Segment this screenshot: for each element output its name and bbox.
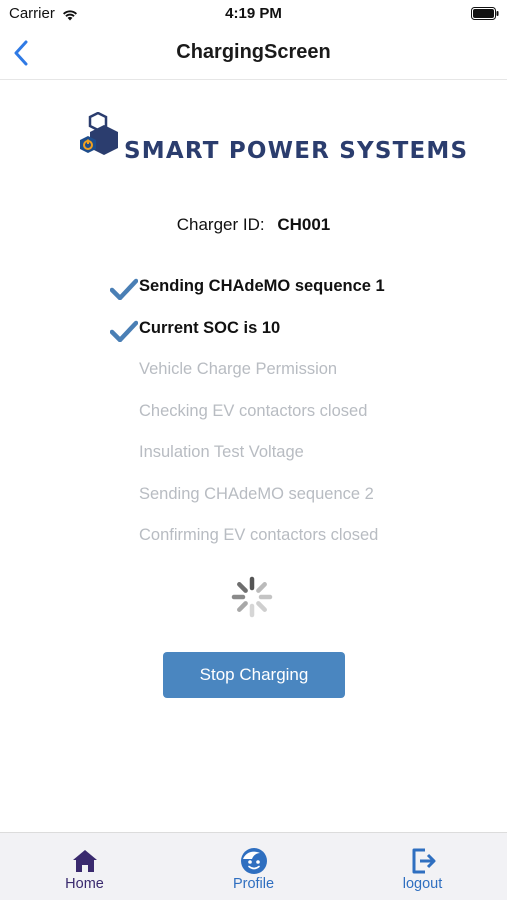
charger-id-row: Charger ID: CH001 bbox=[0, 215, 507, 235]
logout-icon bbox=[412, 848, 435, 874]
stop-charging-button[interactable]: Stop Charging bbox=[163, 652, 345, 698]
tab-bar: Home Profile logout bbox=[0, 832, 507, 900]
step-item: Sending CHAdeMO sequence 1 bbox=[110, 274, 470, 316]
step-label: Current SOC is 10 bbox=[139, 318, 281, 337]
loading-spinner-icon bbox=[231, 576, 273, 618]
step-label: Sending CHAdeMO sequence 2 bbox=[139, 484, 374, 503]
step-item: Confirming EV contactors closed bbox=[110, 523, 470, 565]
profile-face-icon bbox=[240, 848, 267, 874]
step-item: Checking EV contactors closed bbox=[110, 399, 470, 441]
step-label: Confirming EV contactors closed bbox=[139, 526, 379, 544]
step-label: Insulation Test Voltage bbox=[139, 443, 304, 461]
tab-profile-label: Profile bbox=[232, 876, 275, 892]
logo-hexagons-icon bbox=[80, 112, 118, 155]
step-item: Insulation Test Voltage bbox=[110, 440, 470, 482]
status-bar: Carrier 4:19 PM bbox=[0, 0, 507, 28]
step-item: Current SOC is 10 bbox=[110, 316, 470, 358]
company-logo: SMART POWER SYSTEMS bbox=[76, 112, 467, 176]
checkmark-icon bbox=[110, 278, 138, 300]
step-label: Sending CHAdeMO sequence 1 bbox=[139, 277, 385, 295]
navigation-bar: ChargingScreen bbox=[0, 28, 507, 80]
charger-id-value: CH001 bbox=[277, 215, 331, 234]
charging-steps-list: Sending CHAdeMO sequence 1 Current SOC i… bbox=[110, 274, 470, 565]
checkmark-icon bbox=[110, 320, 138, 342]
tab-profile[interactable]: Profile bbox=[169, 833, 338, 900]
tab-home-label: Home bbox=[65, 876, 104, 892]
battery-icon bbox=[471, 7, 499, 20]
home-icon bbox=[72, 850, 97, 872]
charger-id-label: Charger ID: bbox=[176, 215, 265, 234]
step-label: Checking EV contactors closed bbox=[139, 401, 368, 420]
tab-home[interactable]: Home bbox=[0, 833, 169, 900]
step-item: Sending CHAdeMO sequence 2 bbox=[110, 482, 470, 524]
status-time: 4:19 PM bbox=[225, 5, 282, 22]
step-label: Vehicle Charge Permission bbox=[139, 360, 338, 378]
tab-logout[interactable]: logout bbox=[338, 833, 507, 900]
step-item: Vehicle Charge Permission bbox=[110, 357, 470, 399]
logo-wordmark: SMART POWER SYSTEMS bbox=[124, 138, 469, 164]
page-title: ChargingScreen bbox=[176, 41, 331, 63]
tab-logout-label: logout bbox=[402, 876, 443, 892]
